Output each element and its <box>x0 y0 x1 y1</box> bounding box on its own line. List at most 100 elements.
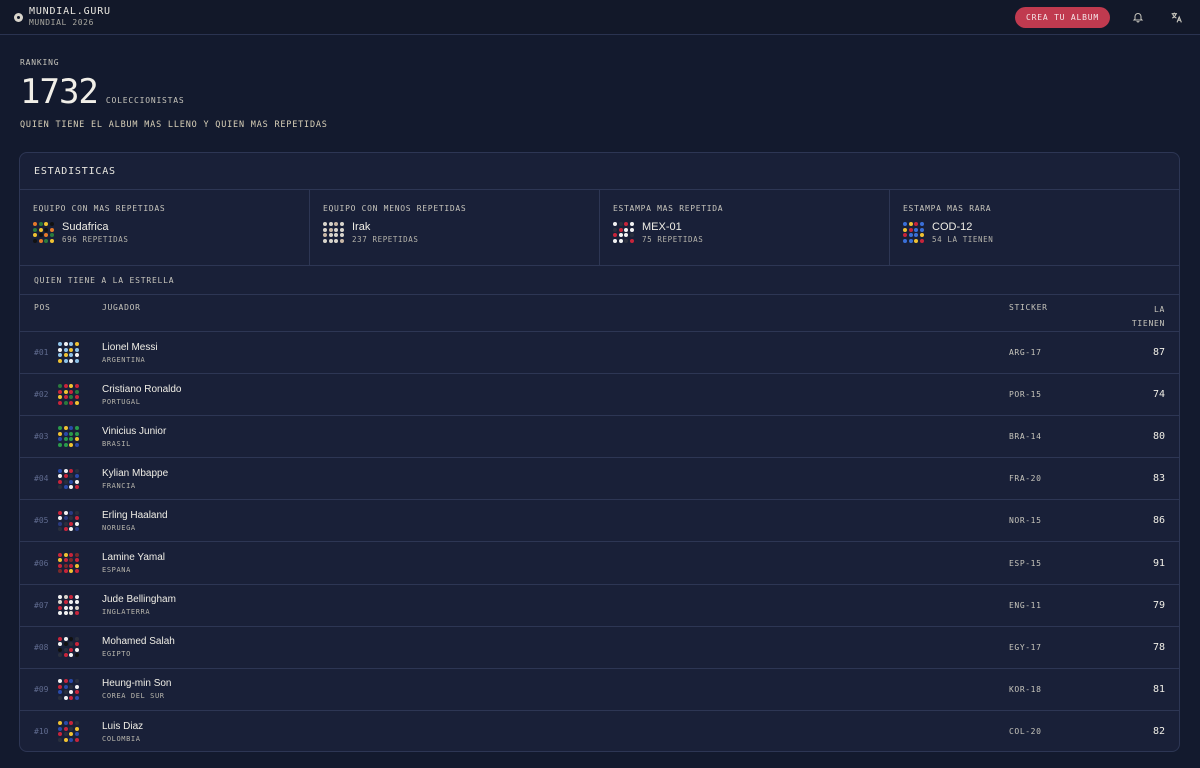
rank-position: #01 <box>34 348 49 358</box>
have-count: 79 <box>1152 599 1165 611</box>
player-cell: Lamine Yamal ESPANA <box>102 542 1009 584</box>
have-count: 82 <box>1152 726 1165 738</box>
flag-dots-icon <box>58 384 79 405</box>
collector-count: 1732 <box>20 72 99 112</box>
collector-count-row: 1732 COLECCIONISTAS <box>20 75 1180 109</box>
stat-value: Sudafrica <box>62 221 109 233</box>
flag-dots-icon <box>613 222 634 243</box>
header-sticker: STICKER <box>1009 295 1099 332</box>
flag-cell <box>58 500 102 542</box>
flag-dots-icon <box>58 426 79 447</box>
stat-detail: 696 REPETIDAS <box>62 235 129 244</box>
sticker-code: ENG-11 <box>1009 600 1042 610</box>
sticker-code: EGY-17 <box>1009 642 1042 652</box>
player-cell: Lionel Messi ARGENTINA <box>102 332 1009 374</box>
flag-cell <box>58 332 102 374</box>
soccer-ball-icon <box>14 12 23 22</box>
player-cell: Erling Haaland NORUEGA <box>102 500 1009 542</box>
table-row[interactable]: #07 Jude Bellingham INGLATERRA ENG-11 79 <box>20 584 1179 627</box>
player-cell: Heung-min Son COREA DEL SUR <box>102 668 1009 710</box>
have-count: 87 <box>1152 347 1165 359</box>
flag-dots-icon <box>323 222 344 243</box>
player-cell: Kylian Mbappe FRANCIA <box>102 458 1009 500</box>
stat-card: EQUIPO CON MENOS REPETIDAS Irak 237 REPETI… <box>310 190 600 265</box>
flag-dots-icon <box>58 594 79 616</box>
collector-count-unit: COLECCIONISTAS <box>105 96 185 105</box>
have-count: 86 <box>1152 515 1165 527</box>
have-count: 74 <box>1152 389 1165 401</box>
have-count: 80 <box>1152 431 1165 443</box>
brand[interactable]: MUNDIAL.GURU MUNDIAL 2026 <box>14 6 111 28</box>
sticker-code: POR-15 <box>1009 390 1042 400</box>
flag-dots-icon <box>58 468 79 490</box>
sticker-code: NOR-15 <box>1009 516 1042 526</box>
flag-dots-icon <box>58 679 79 700</box>
stats-row: EQUIPO CON MAS REPETIDAS Sudafrica 696 REP… <box>20 190 1179 266</box>
flag-cell <box>58 710 102 751</box>
rank-position: #05 <box>34 516 49 526</box>
flag-cell <box>58 458 102 500</box>
header-pos: POS <box>20 295 58 332</box>
ranking-table: POS JUGADOR STICKER LA TIENEN #01 Lionel … <box>20 295 1179 752</box>
stat-card: ESTAMPA MAS RARA COD-12 54 LA TIENEN <box>890 190 1179 265</box>
flag-cell <box>58 668 102 710</box>
stat-body: MEX-01 75 REPETIDAS <box>613 221 876 244</box>
table-row[interactable]: #03 Vinicius Junior BRASIL BRA-14 80 <box>20 416 1179 458</box>
player-name: Heung-min Son <box>102 678 172 690</box>
statistics-panel: ESTADISTICAS EQUIPO CON MAS REPETIDAS Sud… <box>19 152 1180 752</box>
rank-position: #04 <box>34 474 49 484</box>
stat-value: COD-12 <box>932 221 973 233</box>
have-count: 83 <box>1152 473 1165 485</box>
translate-icon[interactable] <box>1166 7 1186 27</box>
stat-label: EQUIPO CON MENOS REPETIDAS <box>323 204 467 213</box>
create-album-button[interactable]: CREA TU ALBUM <box>1014 6 1110 28</box>
flag-cell <box>58 416 102 458</box>
stat-body: Sudafrica 696 REPETIDAS <box>33 221 296 244</box>
player-country: EGIPTO <box>102 650 131 659</box>
table-row[interactable]: #02 Cristiano Ronaldo PORTUGAL POR-15 74 <box>20 374 1179 416</box>
hero-description: QUIEN TIENE EL ALBUM MAS LLENO Y QUIEN M… <box>20 120 328 130</box>
rank-position: #07 <box>34 600 49 610</box>
player-name: Lamine Yamal <box>102 552 165 564</box>
stat-detail: 54 LA TIENEN <box>932 235 994 244</box>
stat-detail: 237 REPETIDAS <box>352 235 419 244</box>
player-country: PORTUGAL <box>102 397 141 406</box>
stat-label: EQUIPO CON MAS REPETIDAS <box>33 204 166 213</box>
player-name: Kylian Mbappe <box>102 467 169 479</box>
table-row[interactable]: #05 Erling Haaland NORUEGA NOR-15 86 <box>20 500 1179 542</box>
table-row[interactable]: #04 Kylian Mbappe FRANCIA FRA-20 83 <box>20 458 1179 500</box>
have-count: 81 <box>1152 683 1165 695</box>
sticker-code: KOR-18 <box>1009 684 1042 694</box>
brand-subtitle: MUNDIAL 2026 <box>29 18 94 27</box>
stat-card: ESTAMPA MAS REPETIDA MEX-01 75 REPETIDAS <box>600 190 890 265</box>
rank-position: #06 <box>34 558 49 568</box>
sticker-code: FRA-20 <box>1009 474 1042 484</box>
flag-dots-icon <box>58 721 79 742</box>
player-name: Cristiano Ronaldo <box>102 383 182 395</box>
table-row[interactable]: #06 Lamine Yamal ESPANA ESP-15 91 <box>20 542 1179 585</box>
ranking-body: #01 Lionel Messi ARGENTINA ARG-17 87 #02 Crist… <box>20 332 1179 752</box>
rank-position: #08 <box>34 642 49 652</box>
sticker-code: COL-20 <box>1009 727 1042 737</box>
player-name: Lionel Messi <box>102 341 158 353</box>
player-country: COLOMBIA <box>102 734 141 743</box>
stat-value: Irak <box>352 221 371 233</box>
player-cell: Vinicius Junior BRASIL <box>102 416 1009 458</box>
player-name: Jude Bellingham <box>102 594 176 606</box>
table-row[interactable]: #09 Heung-min Son COREA DEL SUR KOR-18 81 <box>20 668 1179 711</box>
table-row[interactable]: #08 Mohamed Salah EGIPTO EGY-17 78 <box>20 626 1179 669</box>
player-cell: Luis Diaz COLOMBIA <box>102 710 1009 751</box>
flag-cell <box>58 626 102 668</box>
player-cell: Mohamed Salah EGIPTO <box>102 626 1009 668</box>
header-have: LA TIENEN <box>1099 295 1179 332</box>
stat-value: MEX-01 <box>642 221 682 233</box>
table-row[interactable]: #10 Luis Diaz COLOMBIA COL-20 82 <box>20 710 1179 751</box>
sticker-code: ESP-15 <box>1009 558 1042 568</box>
bell-icon[interactable] <box>1128 7 1148 27</box>
player-name: Luis Diaz <box>102 720 144 732</box>
table-row[interactable]: #01 Lionel Messi ARGENTINA ARG-17 87 <box>20 332 1179 374</box>
player-name: Vinicius Junior <box>102 425 167 437</box>
hero-label: RANKING <box>20 58 60 67</box>
flag-dots-icon <box>58 510 79 532</box>
stat-card: EQUIPO CON MAS REPETIDAS Sudafrica 696 REP… <box>20 190 310 265</box>
